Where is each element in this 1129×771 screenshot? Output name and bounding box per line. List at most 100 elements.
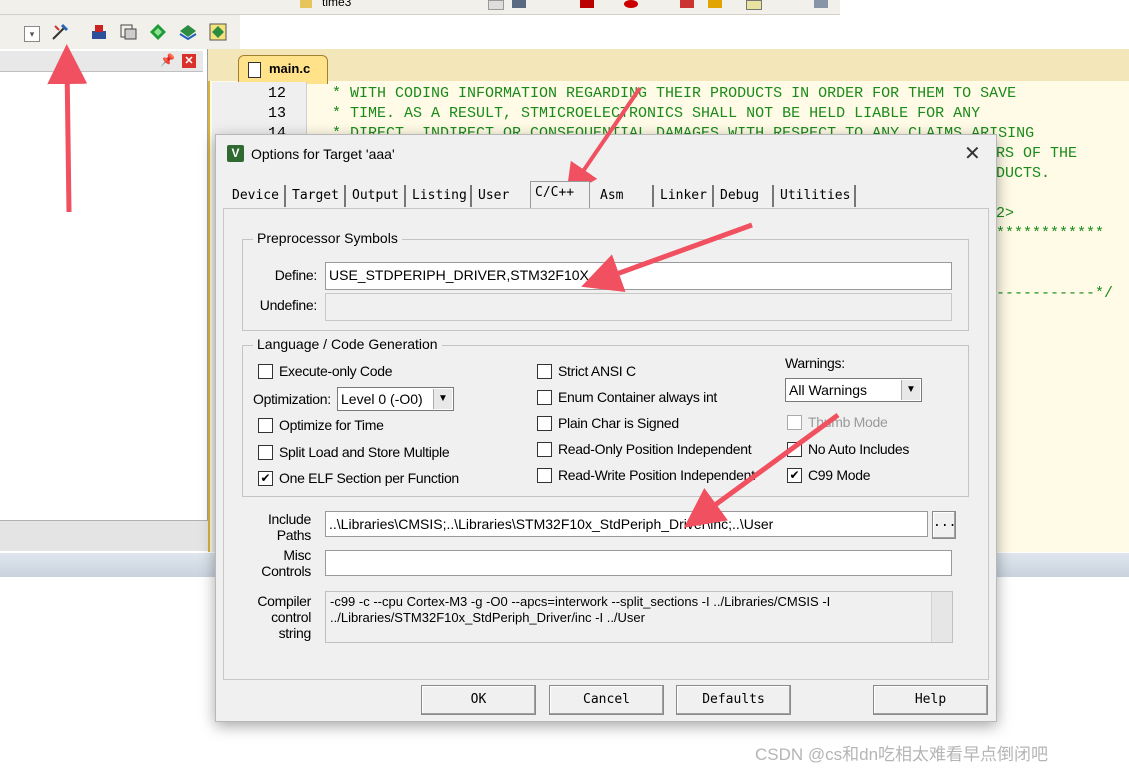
warnings-value: All Warnings xyxy=(789,382,868,398)
project-panel-header: 📌 ✕ xyxy=(0,51,203,72)
one-elf-checkbox[interactable]: ✔ xyxy=(258,471,273,486)
language-group-label: Language / Code Generation xyxy=(253,336,442,352)
tab-debug[interactable]: Debug xyxy=(716,185,774,207)
tab-asm[interactable]: Asm xyxy=(596,185,654,207)
compiler-control-string[interactable]: -c99 -c --cpu Cortex-M3 -g -O0 --apcs=in… xyxy=(325,591,953,643)
optimization-select[interactable]: Level 0 (-O0) ▼ xyxy=(337,387,454,411)
grid-diamond-icon[interactable] xyxy=(208,22,228,42)
split-load-label: Split Load and Store Multiple xyxy=(279,444,450,460)
keil-icon: V xyxy=(227,145,244,162)
code-fragment: ************ xyxy=(996,225,1105,242)
execute-only-label: Execute-only Code xyxy=(279,363,393,379)
c99-mode-checkbox[interactable]: ✔ xyxy=(787,468,802,483)
misc-label: Misc xyxy=(283,547,311,563)
translate-icon[interactable] xyxy=(118,22,138,42)
scrollbar[interactable] xyxy=(931,592,952,642)
watermark: CSDN @cs和dn吃相太难看早点倒闭吧 xyxy=(755,745,1049,764)
kill-breakpoints-icon[interactable] xyxy=(680,0,694,8)
ok-button[interactable]: OK xyxy=(421,685,536,715)
tools-icon[interactable] xyxy=(814,0,828,8)
browse-button[interactable]: ... xyxy=(932,511,956,539)
options-for-target-icon[interactable] xyxy=(50,22,70,42)
stack-icon[interactable] xyxy=(178,22,198,42)
load-icon[interactable] xyxy=(89,22,109,42)
tab-listing[interactable]: Listing xyxy=(408,185,472,207)
controls-label: Controls xyxy=(261,563,311,579)
project-panel xyxy=(0,49,208,549)
split-load-checkbox[interactable] xyxy=(258,445,273,460)
undefine-input[interactable] xyxy=(325,293,952,321)
code-line[interactable]: * WITH CODING INFORMATION REGARDING THEI… xyxy=(332,85,1016,102)
code-fragment: RS OF THE xyxy=(996,145,1078,162)
include-paths-input[interactable]: ..\Libraries\CMSIS;..\Libraries\STM32F10… xyxy=(325,511,928,537)
diamond-icon[interactable] xyxy=(148,22,168,42)
code-fragment: 2> xyxy=(996,205,1015,222)
tab-device[interactable]: Device xyxy=(228,185,286,207)
cpp-tab-panel: Preprocessor Symbols Define: USE_STDPERI… xyxy=(223,208,989,680)
optimization-label: Optimization: xyxy=(253,391,331,407)
tab-c-cpp[interactable]: C/C++ xyxy=(530,181,590,208)
execute-only-checkbox[interactable] xyxy=(258,364,273,379)
dialog-title: Options for Target 'aaa' xyxy=(251,146,395,162)
thumb-mode-checkbox[interactable] xyxy=(787,415,802,430)
tab-output[interactable]: Output xyxy=(348,185,406,207)
optimize-time-label: Optimize for Time xyxy=(279,417,384,433)
dropdown-icon[interactable] xyxy=(488,0,504,10)
plain-char-label: Plain Char is Signed xyxy=(558,415,679,431)
tab-utilities[interactable]: Utilities xyxy=(776,185,856,207)
pin-icon[interactable]: 📌 xyxy=(160,53,175,67)
breakpoint-icon[interactable] xyxy=(624,0,638,8)
close-icon[interactable]: ✕ xyxy=(964,141,981,166)
chevron-down-icon[interactable]: ▾ xyxy=(24,26,40,42)
debug-icon[interactable] xyxy=(580,0,594,8)
main-toolbar: time3 xyxy=(0,0,840,15)
cancel-button[interactable]: Cancel xyxy=(549,685,664,715)
tab-main-c[interactable]: main.c xyxy=(238,55,328,84)
rw-pi-checkbox[interactable] xyxy=(537,468,552,483)
code-line[interactable]: * TIME. AS A RESULT, STMICROELECTRONICS … xyxy=(332,105,980,122)
window-icon[interactable] xyxy=(746,0,762,10)
code-fragment: DUCTS. xyxy=(996,165,1051,182)
compiler-label: Compiler xyxy=(257,593,311,609)
include-label: Include xyxy=(267,511,311,527)
optimization-value: Level 0 (-O0) xyxy=(341,391,423,407)
control-label: control xyxy=(271,609,311,625)
build-icon[interactable] xyxy=(512,0,526,8)
warnings-label: Warnings: xyxy=(785,355,845,371)
string-label: string xyxy=(278,625,312,641)
warnings-select[interactable]: All Warnings ▼ xyxy=(785,378,922,402)
define-input[interactable]: USE_STDPERIPH_DRIVER,STM32F10X_HD xyxy=(325,262,952,290)
enum-container-checkbox[interactable] xyxy=(537,390,552,405)
secondary-toolbar: ▾ xyxy=(0,15,240,49)
rw-pi-label: Read-Write Position Independent xyxy=(558,467,755,483)
help-button[interactable]: Help xyxy=(873,685,988,715)
ro-pi-checkbox[interactable] xyxy=(537,442,552,457)
enum-container-label: Enum Container always int xyxy=(558,389,718,405)
optimize-time-checkbox[interactable] xyxy=(258,418,273,433)
no-auto-includes-label: No Auto Includes xyxy=(808,441,910,457)
compiler-line: ../Libraries/STM32F10x_StdPeriph_Driver/… xyxy=(330,610,645,625)
panel-tabs-strip xyxy=(0,520,212,551)
strict-ansi-checkbox[interactable] xyxy=(537,364,552,379)
plain-char-checkbox[interactable] xyxy=(537,416,552,431)
misc-controls-input[interactable] xyxy=(325,550,952,576)
tab-target[interactable]: Target xyxy=(288,185,346,207)
defaults-button[interactable]: Defaults xyxy=(676,685,791,715)
ro-pi-label: Read-Only Position Independent xyxy=(558,441,752,457)
file-icon xyxy=(248,62,261,78)
close-icon[interactable]: ✕ xyxy=(182,54,196,68)
tab-linker[interactable]: Linker xyxy=(656,185,714,207)
line-number: 13 xyxy=(267,105,286,122)
no-auto-includes-checkbox[interactable] xyxy=(787,442,802,457)
options-dialog: V Options for Target 'aaa' ✕ Device Targ… xyxy=(215,134,997,722)
tab-label: main.c xyxy=(269,61,311,76)
target-name[interactable]: time3 xyxy=(322,0,351,9)
disable-icon[interactable] xyxy=(708,0,722,8)
compiler-line: -c99 -c --cpu Cortex-M3 -g -O0 --apcs=in… xyxy=(330,594,831,609)
line-number: 12 xyxy=(267,85,286,102)
editor-tabbar xyxy=(208,49,1129,81)
one-elf-label: One ELF Section per Function xyxy=(279,470,459,486)
folder-icon[interactable] xyxy=(300,0,312,8)
thumb-mode-label: Thumb Mode xyxy=(808,414,888,430)
tab-user[interactable]: User xyxy=(474,185,526,207)
